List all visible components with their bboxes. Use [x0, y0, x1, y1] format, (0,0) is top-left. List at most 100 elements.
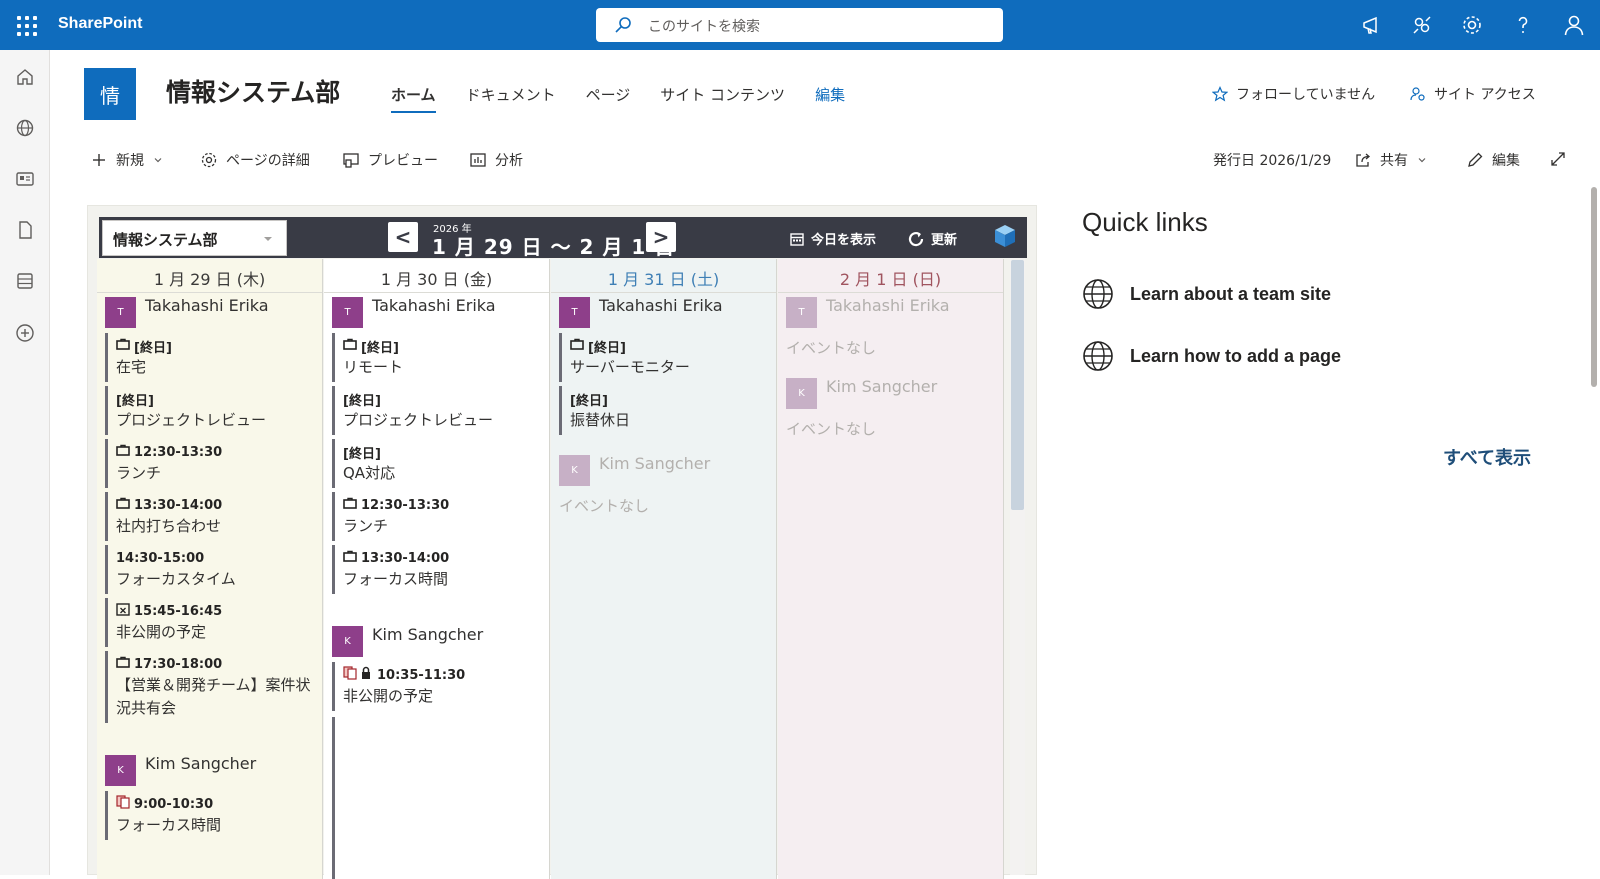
- share-button[interactable]: 共有: [1354, 150, 1428, 170]
- day-header[interactable]: 1 月 30 日 (金): [324, 259, 549, 293]
- analytics-button[interactable]: 分析: [469, 150, 523, 170]
- event-time-row: 9:00-10:30: [116, 794, 311, 814]
- today-label: 今日を表示: [811, 233, 877, 248]
- person-row[interactable]: T Takahashi Erika: [324, 293, 549, 333]
- site-logo[interactable]: 情: [84, 68, 136, 120]
- event-title: ランチ: [116, 464, 162, 482]
- group-select[interactable]: 情報システム部: [102, 220, 287, 256]
- event-title: QA対応: [343, 464, 396, 482]
- analytics-icon: [470, 153, 486, 167]
- person-row[interactable]: K Kim Sangcher: [97, 751, 322, 791]
- refresh-label: 更新: [931, 233, 958, 248]
- calendar-event[interactable]: 10:35-11:30 非公開の予定: [332, 662, 538, 711]
- news-icon[interactable]: [15, 169, 35, 189]
- edit-label: 編集: [1492, 153, 1520, 169]
- day-header[interactable]: 1 月 29 日 (木): [97, 259, 322, 293]
- group-select-value: 情報システム部: [113, 231, 218, 249]
- site-title[interactable]: 情報システム部: [166, 73, 340, 109]
- calendar-scrollbar[interactable]: [1010, 258, 1025, 875]
- calendar-event[interactable]: [終日] サーバーモニター: [559, 333, 765, 382]
- avatar: T: [559, 297, 590, 328]
- nav-site-contents[interactable]: サイト コンテンツ: [660, 84, 785, 113]
- avatar: K: [105, 755, 136, 786]
- page-scrollbar[interactable]: [1588, 187, 1600, 387]
- show-all-link[interactable]: すべて表示: [1443, 444, 1531, 470]
- calendar-event[interactable]: 14:30-15:00 フォーカスタイム: [105, 545, 311, 594]
- day-header[interactable]: 2 月 1 日 (日): [778, 259, 1003, 293]
- calendar-event[interactable]: 12:30-13:30 ランチ: [105, 439, 311, 488]
- calendar-event[interactable]: 13:30-14:00 社内打ち合わせ: [105, 492, 311, 541]
- cube-icon[interactable]: [994, 224, 1016, 248]
- today-button[interactable]: 今日を表示: [789, 229, 876, 248]
- add-circle-icon[interactable]: [15, 323, 35, 343]
- megaphone-icon[interactable]: [1360, 13, 1384, 37]
- calendar-event[interactable]: [終日] 振替休日: [559, 386, 765, 435]
- avatar: T: [786, 297, 817, 328]
- gear-icon[interactable]: [1460, 13, 1484, 37]
- edit-button[interactable]: 編集: [1466, 150, 1520, 170]
- person-row[interactable]: T Takahashi Erika: [778, 293, 1003, 333]
- person-block: K Kim Sangcher 10:35-11:30 非公開の予定: [324, 622, 549, 711]
- quick-link-team-site[interactable]: Learn about a team site: [1082, 278, 1331, 310]
- site-access-button[interactable]: サイト アクセス: [1410, 84, 1536, 104]
- person-row[interactable]: K Kim Sangcher: [778, 374, 1003, 414]
- page-details-button[interactable]: ページの詳細: [200, 150, 310, 170]
- event-time-row: [終日]: [570, 336, 765, 356]
- person-row[interactable]: K Kim Sangcher: [551, 451, 776, 491]
- quick-link-label: Learn about a team site: [1130, 283, 1332, 304]
- lock-icon: [343, 666, 373, 684]
- next-week-button[interactable]: >: [646, 222, 676, 252]
- calendar-event[interactable]: [終日] QA対応: [332, 439, 538, 488]
- avatar: K: [786, 378, 817, 409]
- calendar-event[interactable]: [終日] プロジェクトレビュー: [332, 386, 538, 435]
- home-icon[interactable]: [15, 67, 35, 87]
- calendar-event[interactable]: [終日] プロジェクトレビュー: [105, 386, 311, 435]
- follow-button[interactable]: フォローしていません: [1212, 84, 1375, 104]
- list-icon[interactable]: [15, 271, 35, 291]
- date-range-label: 1 月 29 日 ～ 2 月 1 日: [432, 235, 676, 259]
- event-time-row: 17:30-18:00: [116, 654, 311, 674]
- new-button[interactable]: 新規: [90, 150, 164, 170]
- person-row[interactable]: T Takahashi Erika: [551, 293, 776, 333]
- person-row[interactable]: K Kim Sangcher: [324, 622, 549, 662]
- nav-documents[interactable]: ドキュメント: [466, 84, 556, 113]
- calendar-event[interactable]: 12:30-13:30 ランチ: [332, 492, 538, 541]
- document-icon[interactable]: [15, 220, 35, 240]
- app-name[interactable]: SharePoint: [58, 15, 142, 33]
- person-name: Takahashi Erika: [826, 296, 950, 315]
- preview-label: プレビュー: [368, 153, 438, 169]
- calendar-event[interactable]: 17:30-18:00 【営業＆開発チーム】案件状況共有会: [105, 651, 311, 723]
- calendar-work-icon: [570, 338, 584, 354]
- app-launcher-icon[interactable]: [14, 13, 38, 37]
- day-header[interactable]: 1 月 31 日 (土): [551, 259, 776, 293]
- no-event-text: イベントなし: [786, 420, 877, 438]
- calendar-event[interactable]: 15:45-16:45 非公開の予定: [105, 598, 311, 647]
- page-scroll-thumb[interactable]: [1591, 187, 1597, 387]
- event-time: [終日]: [343, 393, 381, 409]
- search-box[interactable]: このサイトを検索: [596, 8, 1003, 42]
- quick-link-add-page[interactable]: Learn how to add a page: [1082, 340, 1341, 372]
- scroll-thumb[interactable]: [1011, 260, 1024, 510]
- person-name: Kim Sangcher: [826, 377, 938, 396]
- nav-edit[interactable]: 編集: [815, 84, 845, 113]
- person-block: K Kim Sangcher イベントなし: [778, 374, 1003, 439]
- account-icon[interactable]: [1562, 13, 1586, 37]
- help-icon[interactable]: [1511, 13, 1535, 37]
- calendar-event[interactable]: 13:30-14:00 フォーカス時間: [332, 545, 538, 594]
- event-time-row: [終日]: [343, 336, 538, 356]
- calendar-event[interactable]: [終日] 在宅: [105, 333, 311, 382]
- prev-week-button[interactable]: <: [388, 222, 418, 252]
- calendar-event[interactable]: 9:00-10:30 フォーカス時間: [105, 791, 311, 840]
- globe-icon[interactable]: [15, 118, 35, 138]
- nav-home[interactable]: ホーム: [391, 84, 436, 113]
- refresh-button[interactable]: 更新: [907, 229, 957, 248]
- nav-pages[interactable]: ページ: [586, 84, 631, 113]
- event-title: サーバーモニター: [570, 358, 690, 376]
- settings-switch-icon[interactable]: [1410, 13, 1434, 37]
- expand-button[interactable]: [1549, 150, 1567, 168]
- event-title: プロジェクトレビュー: [116, 411, 267, 429]
- event-time-row: 10:35-11:30: [343, 665, 538, 685]
- calendar-event[interactable]: [終日] リモート: [332, 333, 538, 382]
- preview-button[interactable]: プレビュー: [342, 150, 438, 170]
- person-row[interactable]: T Takahashi Erika: [97, 293, 322, 333]
